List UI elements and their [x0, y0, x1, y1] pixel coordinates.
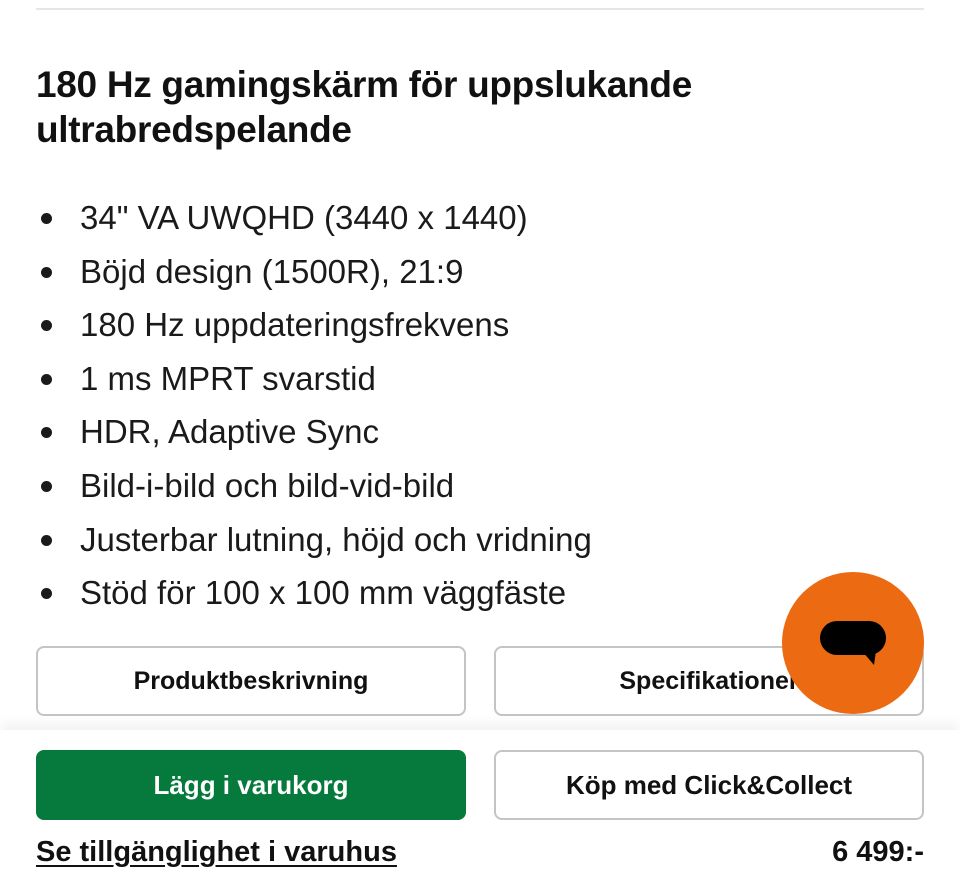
bullet-icon	[41, 213, 52, 224]
feature-text: 34" VA UWQHD (3440 x 1440)	[80, 199, 528, 236]
store-availability-link[interactable]: Se tillgänglighet i varuhus	[36, 836, 397, 869]
feature-item: Böjd design (1500R), 21:9	[36, 245, 592, 299]
feature-text: 1 ms MPRT svarstid	[80, 359, 376, 397]
divider	[36, 8, 924, 10]
feature-item: Justerbar lutning, höjd och vridning	[36, 513, 592, 567]
bullet-icon	[41, 534, 52, 546]
bullet-icon	[41, 266, 52, 278]
feature-text: HDR, Adaptive Sync	[80, 413, 379, 451]
click-collect-button[interactable]: Köp med Click&Collect	[494, 750, 924, 820]
feature-text: Bild-i-bild och bild-vid-bild	[80, 466, 455, 504]
feature-text: 180 Hz uppdateringsfrekvens	[80, 306, 510, 344]
bullet-icon	[41, 320, 52, 332]
feature-item: 1 ms MPRT svarstid	[36, 352, 592, 406]
feature-item: 34" VA UWQHD (3440 x 1440)	[36, 191, 592, 245]
price: 6 499:-	[832, 836, 924, 868]
bullet-icon	[41, 588, 52, 600]
chat-bubble-icon	[820, 621, 886, 665]
bullet-icon	[41, 427, 52, 439]
feature-item: Bild-i-bild och bild-vid-bild	[36, 459, 592, 513]
bullet-icon	[41, 480, 52, 492]
purchase-bar: Lägg i varukorg Köp med Click&Collect Se…	[0, 730, 960, 895]
feature-item: HDR, Adaptive Sync	[36, 405, 592, 459]
feature-list: 34" VA UWQHD (3440 x 1440) Böjd design (…	[36, 191, 592, 620]
feature-text: Justerbar lutning, höjd och vridning	[80, 520, 592, 558]
feature-item: Stöd för 100 x 100 mm väggfäste	[36, 566, 592, 620]
tab-product-description[interactable]: Produktbeskrivning	[36, 646, 466, 716]
product-page: 180 Hz gamingskärm för uppslukande ultra…	[0, 0, 960, 895]
chat-button[interactable]	[782, 572, 924, 714]
add-to-cart-button[interactable]: Lägg i varukorg	[36, 750, 466, 820]
feature-text: Böjd design (1500R), 21:9	[80, 252, 464, 290]
bullet-icon	[41, 373, 52, 385]
product-title: 180 Hz gamingskärm för uppslukande ultra…	[36, 64, 692, 150]
feature-text: Stöd för 100 x 100 mm väggfäste	[80, 574, 567, 612]
feature-item: 180 Hz uppdateringsfrekvens	[36, 298, 592, 352]
